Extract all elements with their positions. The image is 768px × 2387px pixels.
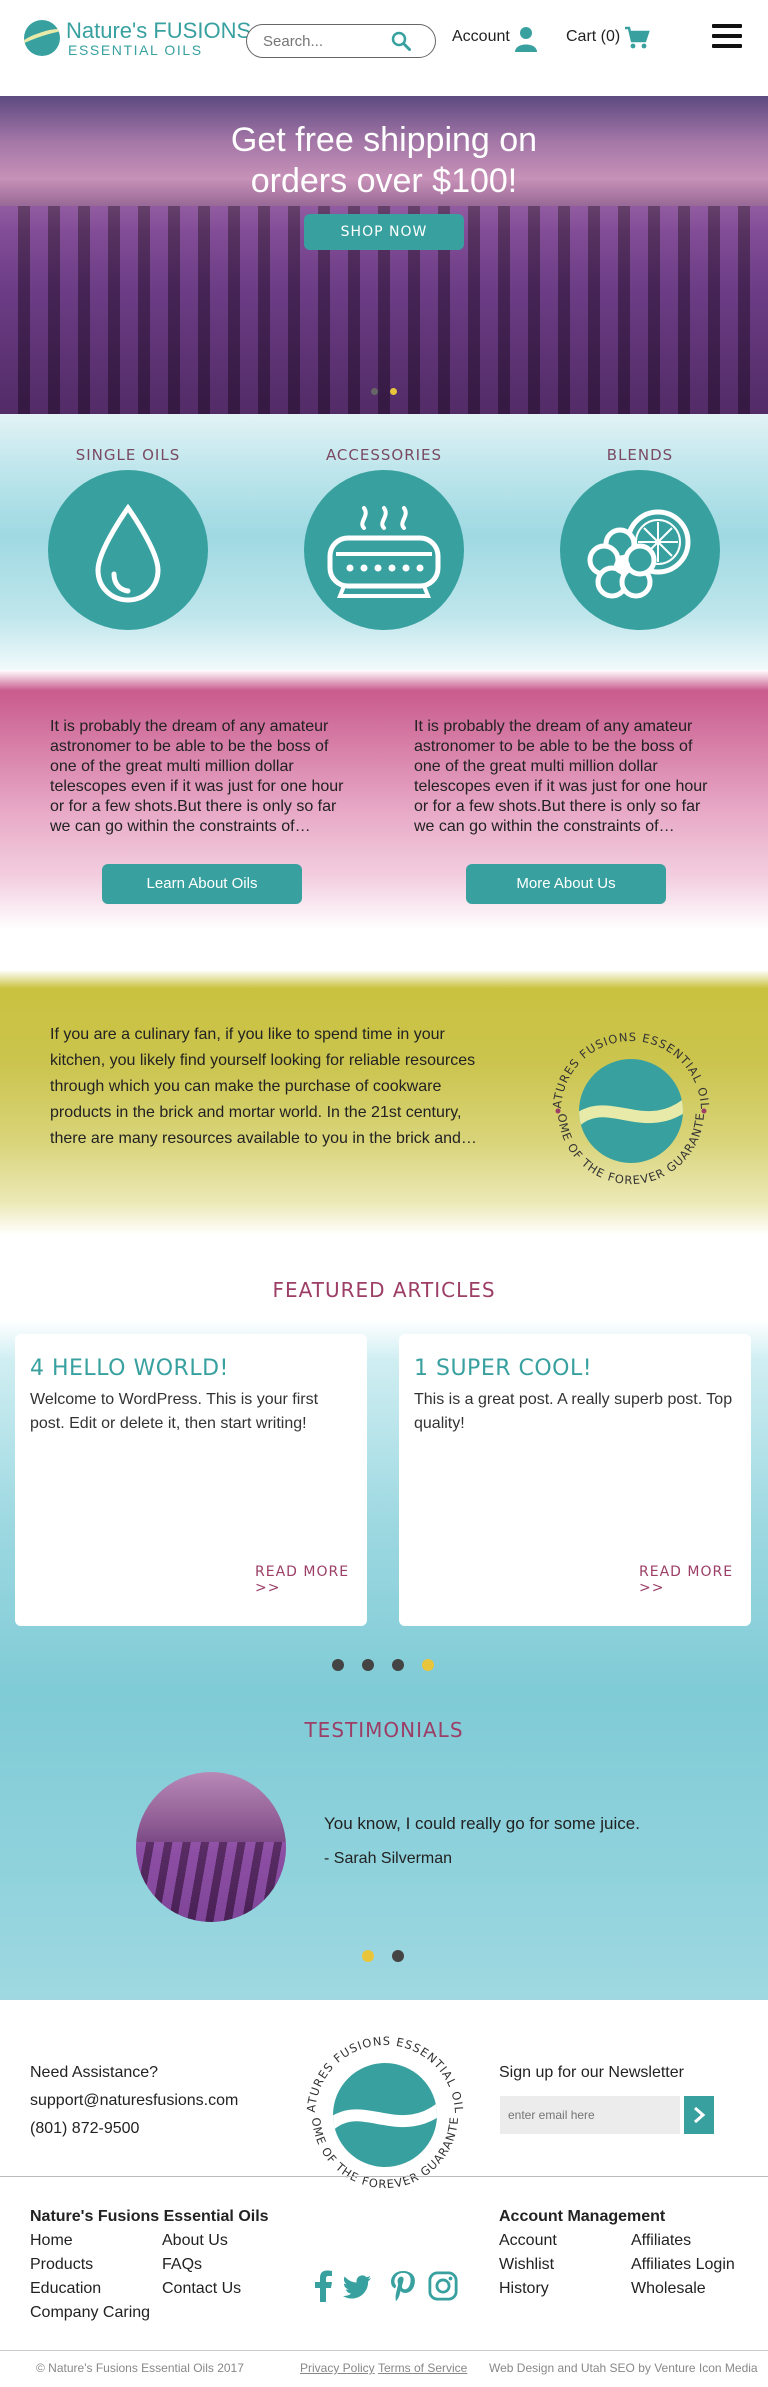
footer-link-affiliates[interactable]: Affiliates (631, 2232, 691, 2250)
read-more-link[interactable]: READ MORE >> (255, 1564, 367, 1596)
articles-page-dot[interactable] (332, 1659, 344, 1671)
design-credit-text[interactable]: Web Design and Utah SEO by Venture Icon … (489, 2361, 758, 2375)
more-about-us-button[interactable]: More About Us (466, 864, 666, 904)
articles-page-dot[interactable] (392, 1659, 404, 1671)
footer-link-faqs[interactable]: FAQs (162, 2256, 202, 2274)
footer-guarantee-seal: NATURES FUSIONS ESSENTIAL OILS HOME OF T… (290, 2020, 465, 2191)
facebook-icon[interactable] (308, 2270, 338, 2302)
footer-link-affiliates-login[interactable]: Affiliates Login (631, 2256, 735, 2274)
logo-icon (24, 20, 60, 56)
article-card[interactable]: 4 HELLO WORLD! Welcome to WordPress. Thi… (15, 1334, 367, 1626)
testimonials-heading: TESTIMONIALS (304, 1718, 464, 1742)
promo-text-right: It is probably the dream of any amateur … (414, 718, 708, 835)
oil-drop-icon (95, 503, 161, 603)
footer-link-education[interactable]: Education (30, 2280, 101, 2298)
single-oils-category[interactable] (48, 470, 208, 630)
hero-slide-dot-active[interactable] (390, 388, 397, 395)
testimonial-photo (136, 1772, 286, 1922)
article-card[interactable]: 1 SUPER COOL! This is a great post. A re… (399, 1334, 751, 1626)
shop-now-button[interactable]: SHOP NOW (304, 214, 464, 250)
terms-of-service-link[interactable]: Terms of Service (378, 2361, 467, 2375)
search-icon[interactable] (391, 31, 411, 51)
account-icon[interactable] (514, 26, 538, 52)
guarantee-text: If you are a culinary fan, if you like t… (50, 1026, 477, 1147)
cart-icon[interactable] (624, 26, 650, 50)
testimonial-page-dot[interactable] (392, 1950, 404, 1962)
footer-link-history[interactable]: History (499, 2280, 549, 2298)
testimonial-author: - Sarah Silverman (324, 1850, 453, 1867)
category-label-accessories[interactable]: ACCESSORIES (304, 446, 464, 464)
search-input[interactable] (263, 31, 393, 51)
cart-link[interactable]: Cart (0) (566, 28, 620, 46)
footer-col2-heading: Account Management (499, 2208, 666, 2225)
diffuser-icon (327, 506, 441, 598)
footer-link-account[interactable]: Account (499, 2232, 557, 2250)
footer-link-wholesale[interactable]: Wholesale (631, 2280, 706, 2298)
newsletter-label: Sign up for our Newsletter (499, 2064, 684, 2081)
blends-category[interactable] (560, 470, 720, 630)
account-link[interactable]: Account (452, 28, 510, 46)
support-email-link[interactable]: support@naturesfusions.com (30, 2092, 238, 2110)
logo-main-text: Nature's FUSIONS (66, 18, 252, 43)
search-box[interactable] (246, 24, 436, 58)
learn-about-oils-button[interactable]: Learn About Oils (102, 864, 302, 904)
category-label-single-oils[interactable]: SINGLE OILS (48, 446, 208, 464)
featured-articles-heading: FEATURED ARTICLES (272, 1278, 496, 1302)
articles-page-dot[interactable] (362, 1659, 374, 1671)
site-header: Nature's FUSIONS ESSENTIAL OILS Account … (0, 0, 768, 96)
article-title[interactable]: 4 HELLO WORLD! (30, 1356, 229, 1381)
category-label-blends[interactable]: BLENDS (560, 446, 720, 464)
hamburger-menu-icon[interactable] (712, 24, 742, 50)
support-phone[interactable]: (801) 872-9500 (30, 2120, 139, 2138)
footer-bottom-divider (0, 2350, 768, 2351)
newsletter-email-input[interactable] (500, 2096, 680, 2134)
testimonial-page-dot-active[interactable] (362, 1950, 374, 1962)
accessories-category[interactable] (304, 470, 464, 630)
footer-link-products[interactable]: Products (30, 2256, 93, 2274)
footer-link-contact-us[interactable]: Contact Us (162, 2280, 241, 2298)
newsletter-submit-button[interactable] (684, 2096, 714, 2134)
privacy-policy-link[interactable]: Privacy Policy (300, 2361, 375, 2375)
logo-sub-text: ESSENTIAL OILS (68, 42, 203, 58)
article-title[interactable]: 1 SUPER COOL! (414, 1356, 592, 1381)
twitter-icon[interactable] (342, 2270, 372, 2302)
pinterest-icon[interactable] (388, 2270, 418, 2302)
article-excerpt: This is a great post. A really superb po… (414, 1391, 733, 1432)
footer-link-company-caring[interactable]: Company Caring (30, 2304, 150, 2322)
read-more-link[interactable]: READ MORE >> (639, 1564, 751, 1596)
articles-page-dot-active[interactable] (422, 1659, 434, 1671)
instagram-icon[interactable] (428, 2270, 458, 2302)
promo-text-left: It is probably the dream of any amateur … (50, 718, 344, 835)
flower-citrus-icon (587, 509, 691, 599)
footer-link-wishlist[interactable]: Wishlist (499, 2256, 554, 2274)
hero-title: Get free shipping on orders over $100! (0, 120, 768, 202)
footer-link-about-us[interactable]: About Us (162, 2232, 228, 2250)
copyright-text: © Nature's Fusions Essential Oils 2017 (36, 2361, 244, 2375)
article-excerpt: Welcome to WordPress. This is your first… (30, 1391, 319, 1432)
forever-guarantee-seal: NATURES FUSIONS ESSENTIAL OILS HOME OF T… (536, 1016, 711, 1187)
footer-col1-heading: Nature's Fusions Essential Oils (30, 2208, 269, 2225)
footer-divider (0, 2176, 768, 2177)
footer-link-home[interactable]: Home (30, 2232, 73, 2250)
hero-title-line2: orders over $100! (250, 162, 518, 200)
testimonial-quote: You know, I could really go for some jui… (324, 1814, 640, 1833)
chevron-right-icon (694, 2106, 706, 2124)
need-assistance-label: Need Assistance? (30, 2064, 159, 2081)
site-logo[interactable]: Nature's FUSIONS ESSENTIAL OILS (24, 18, 251, 60)
hero-slide-dot[interactable] (371, 388, 378, 395)
hero-title-line1: Get free shipping on (230, 121, 538, 159)
